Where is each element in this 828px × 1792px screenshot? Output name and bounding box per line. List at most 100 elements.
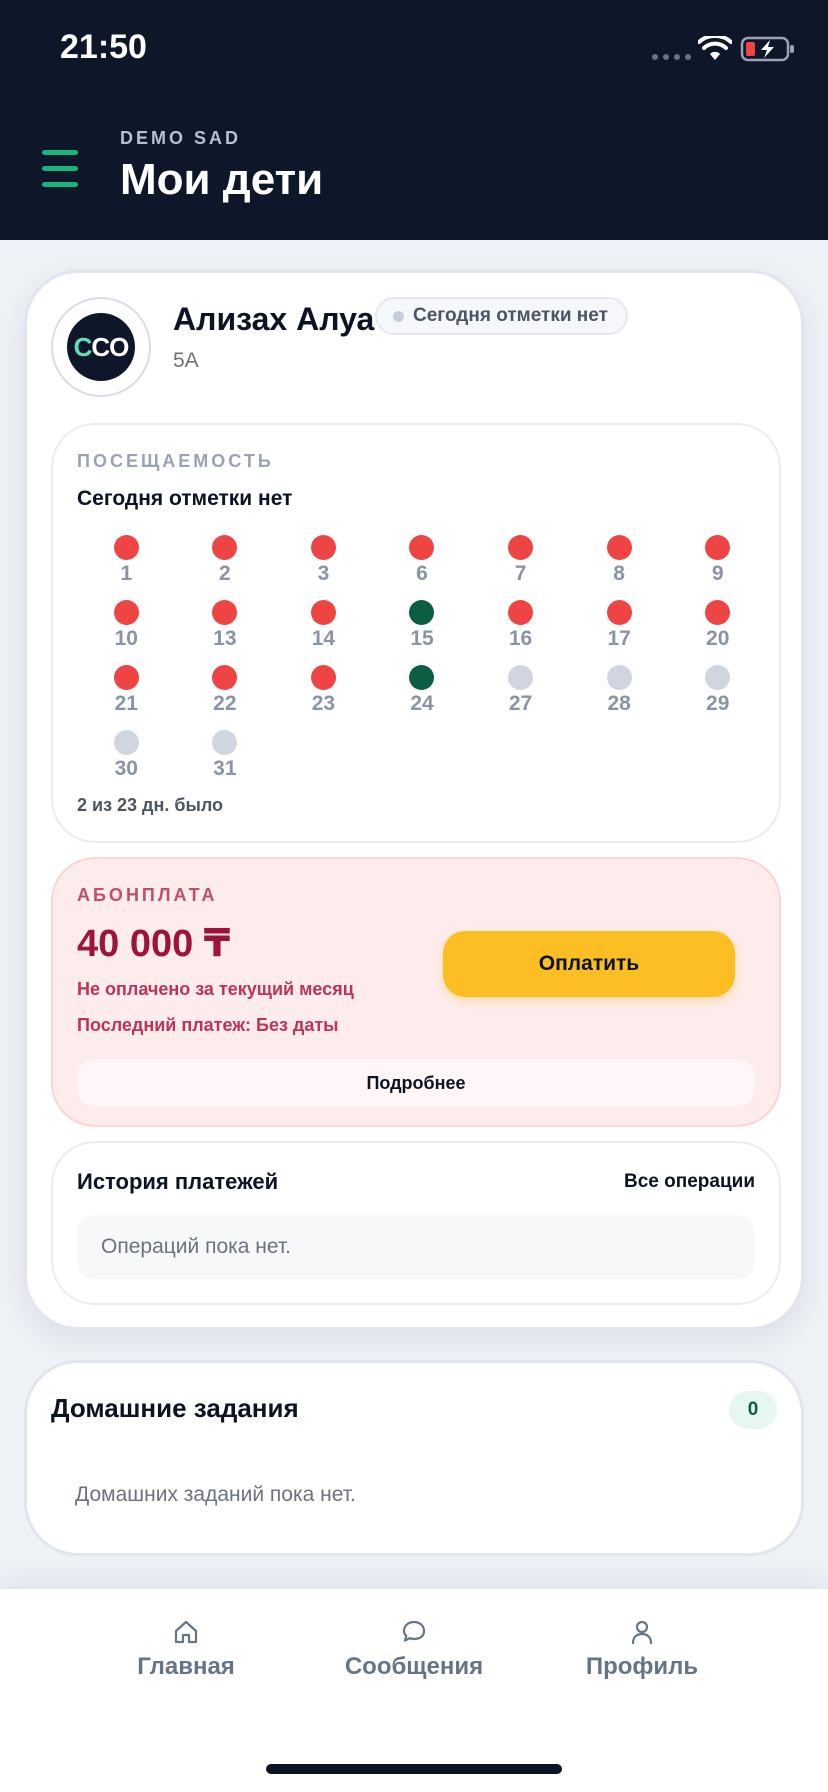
tab-messages-label: Сообщения	[344, 1653, 484, 1680]
attendance-day: 10	[77, 600, 176, 651]
attendance-dot-absent	[310, 665, 336, 690]
payment-history-title: История платежей	[77, 1169, 279, 1194]
attendance-day-number: 10	[114, 627, 138, 650]
attendance-day: 28	[570, 665, 669, 716]
attendance-dot-absent	[310, 535, 336, 560]
attendance-day: 24	[373, 665, 472, 716]
attendance-dot-absent	[212, 600, 238, 625]
attendance-day-number: 22	[213, 692, 237, 715]
attendance-day-number: 2	[219, 562, 231, 585]
message-icon	[402, 1620, 426, 1642]
wifi-icon	[698, 36, 732, 60]
attendance-day-number: 8	[613, 562, 625, 585]
attendance-dot-absent	[310, 600, 336, 625]
attendance-day: 14	[274, 600, 373, 651]
attendance-day: 21	[77, 665, 176, 716]
tab-profile-label: Профиль	[585, 1653, 699, 1680]
attendance-day: 31	[176, 730, 275, 781]
attendance-day-number: 21	[114, 692, 138, 715]
payment-history-empty: Операций пока нет.	[77, 1215, 755, 1279]
attendance-day-number: 6	[416, 562, 428, 585]
attendance-day: 9	[668, 535, 767, 586]
attendance-day: 8	[570, 535, 669, 586]
all-operations-link[interactable]: Все операции	[624, 1171, 755, 1193]
attendance-day-number: 7	[514, 562, 527, 585]
attendance-day-number: 31	[213, 757, 237, 780]
attendance-day: 17	[570, 600, 669, 651]
attendance-dot-future	[113, 730, 139, 755]
avatar-logo: C CO	[67, 313, 135, 381]
attendance-day: 16	[471, 600, 570, 651]
attendance-day: 29	[668, 665, 767, 716]
fee-amount: 40 000 ₸	[77, 923, 231, 965]
attendance-day: 1	[77, 535, 176, 586]
attendance-day-number: 30	[114, 757, 138, 780]
attendance-day: 22	[176, 665, 275, 716]
homework-empty: Домашних заданий пока нет.	[75, 1483, 356, 1506]
attendance-dot-absent	[705, 600, 731, 625]
attendance-day: 15	[373, 600, 472, 651]
fee-section: АБОНПЛАТА 40 000 ₸ Не оплачено за текущи…	[51, 857, 781, 1127]
fee-last-payment: Последний платеж: Без даты	[77, 1015, 339, 1035]
attendance-day: 6	[373, 535, 472, 586]
attendance-day: 2	[176, 535, 275, 586]
attendance-day-number: 29	[706, 692, 730, 715]
attendance-day-number: 20	[706, 627, 730, 650]
attendance-dot-present	[409, 665, 435, 690]
tab-bar: Главная Сообщения Профиль	[0, 1588, 828, 1792]
attendance-dot-absent	[606, 535, 632, 560]
fee-label: АБОНПЛАТА	[77, 885, 218, 905]
attendance-section: ПОСЕЩАЕМОСТЬ Сегодня отметки нет 1236789…	[51, 423, 781, 843]
menu-icon[interactable]	[42, 150, 78, 187]
attendance-dot-future	[212, 730, 238, 755]
profile-icon	[631, 1620, 653, 1645]
attendance-day-number: 13	[213, 627, 237, 650]
attendance-day: 27	[471, 665, 570, 716]
home-icon	[174, 1620, 198, 1644]
details-button[interactable]: Подробнее	[77, 1059, 755, 1107]
attendance-dot-present	[409, 600, 435, 625]
attendance-day-number: 3	[317, 562, 330, 585]
attendance-dot-future	[705, 665, 731, 690]
attendance-day-number: 24	[410, 692, 434, 715]
homework-count-badge: 0	[729, 1391, 777, 1429]
attendance-dot-absent	[606, 600, 632, 625]
pay-button[interactable]: Оплатить	[443, 931, 735, 997]
attendance-dot-future	[606, 665, 632, 690]
attendance-day-number: 17	[607, 627, 631, 650]
attendance-dot-absent	[212, 665, 238, 690]
attendance-day: 13	[176, 600, 275, 651]
org-name: DEMO SAD	[120, 128, 242, 148]
attendance-summary: 2 из 23 дн. было	[77, 795, 224, 815]
attendance-dot-absent	[212, 535, 238, 560]
attendance-dot-absent	[113, 535, 139, 560]
cellular-signal-icon	[652, 54, 691, 60]
attendance-dot-absent	[113, 600, 139, 625]
attendance-day-number: 9	[711, 562, 724, 585]
avatar: C CO	[51, 297, 151, 397]
attendance-day-number: 15	[410, 627, 434, 650]
child-class: 5А	[173, 349, 199, 372]
child-card: C CO Ализах Алуа Сегодня отметки нет 5А П…	[24, 270, 804, 1330]
attendance-day: 3	[274, 535, 373, 586]
attendance-day: 30	[77, 730, 176, 781]
attendance-day-number: 28	[607, 692, 631, 715]
attendance-label: ПОСЕЩАЕМОСТЬ	[77, 451, 274, 471]
attendance-day: 20	[668, 600, 767, 651]
tab-profile[interactable]: Профиль	[532, 1619, 752, 1681]
home-indicator	[266, 1764, 562, 1774]
attendance-day-number: 27	[508, 692, 533, 715]
attendance-grid: 1 2 3 6 7 8 9 10 13 14 15 16 17 20 21 22 23 24 27 28 29 30 31	[77, 535, 767, 781]
attendance-today: Сегодня отметки нет	[77, 487, 293, 510]
homework-title: Домашние задания	[51, 1393, 299, 1423]
attendance-day: 7	[471, 535, 570, 586]
fee-status: Не оплачено за текущий месяц	[77, 979, 354, 999]
attendance-day: 23	[274, 665, 373, 716]
tab-home[interactable]: Главная	[76, 1619, 296, 1681]
battery-icon	[740, 36, 794, 62]
attendance-dot-absent	[705, 535, 731, 560]
app-header: 21:50 DEMO SAD Мои дети	[0, 0, 828, 240]
tab-messages[interactable]: Сообщения	[304, 1619, 524, 1681]
attendance-dot-future	[508, 665, 534, 690]
attendance-dot-absent	[113, 665, 139, 690]
